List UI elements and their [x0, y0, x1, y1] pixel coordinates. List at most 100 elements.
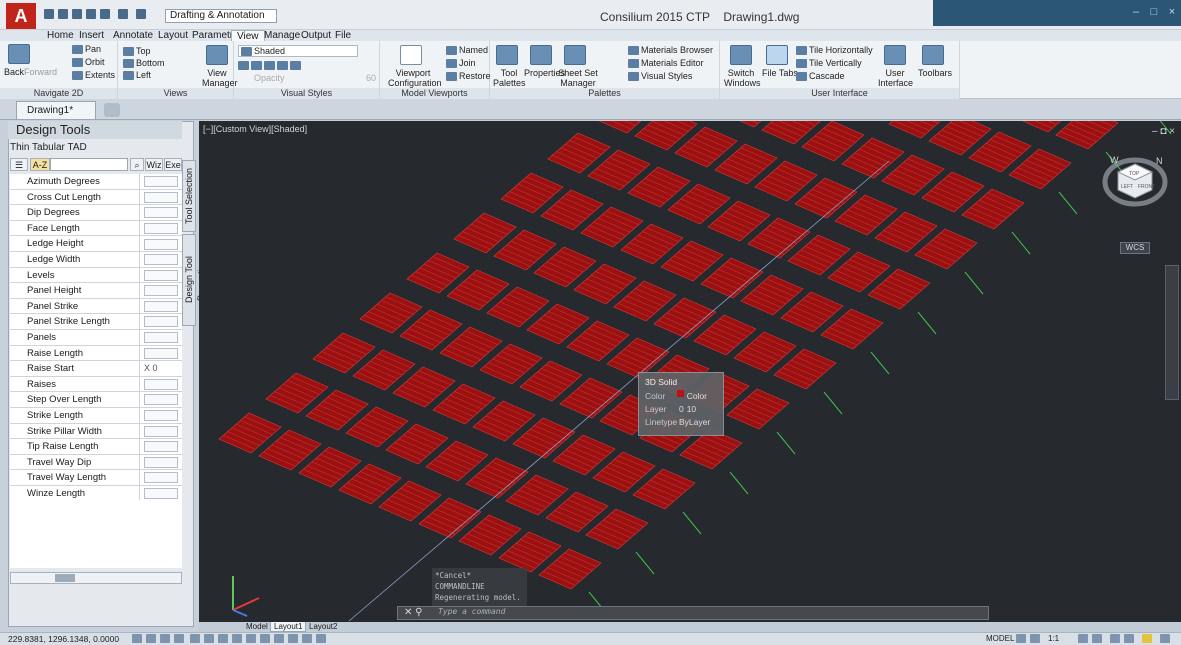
lock-icon[interactable]	[1124, 634, 1134, 643]
command-input[interactable]: Type a command	[438, 607, 505, 616]
property-value[interactable]	[140, 408, 182, 423]
undo-icon[interactable]	[118, 9, 128, 19]
property-value[interactable]	[140, 455, 182, 470]
maximize-icon[interactable]: □	[1145, 0, 1163, 24]
property-value[interactable]	[140, 190, 182, 205]
polar-icon[interactable]	[190, 634, 200, 643]
tab-insert[interactable]: Insert	[74, 30, 109, 41]
sheet-set-button[interactable]: Sheet Set Manager	[558, 68, 598, 88]
property-row[interactable]: Tip Raise Length	[10, 439, 182, 455]
redo-icon[interactable]	[136, 9, 146, 19]
visual-style-tools[interactable]	[238, 59, 358, 70]
file-tabs-icon[interactable]	[766, 45, 788, 65]
tab-model[interactable]: Model	[243, 622, 271, 632]
coordinate-readout[interactable]: 229.8381, 1296.1348, 0.0000	[8, 633, 119, 645]
property-row[interactable]: Raises	[10, 376, 182, 393]
materials-editor-button[interactable]: Materials Editor	[628, 58, 704, 69]
model-space-icon[interactable]	[132, 634, 142, 643]
pan-button[interactable]: Pan	[72, 44, 101, 55]
viewport-controls-label[interactable]: [−][Custom View][Shaded]	[203, 124, 307, 134]
workspace-switch-icon[interactable]	[1110, 634, 1120, 643]
print-icon[interactable]	[100, 9, 110, 19]
tool-selection-tab[interactable]: Tool Selection	[182, 160, 196, 232]
property-row[interactable]: Panel Strike	[10, 298, 182, 315]
tab-file[interactable]: File	[330, 30, 356, 41]
tile-vertically-button[interactable]: Tile Vertically	[796, 58, 862, 69]
view-top[interactable]: Top	[123, 46, 151, 57]
search-icon[interactable]: ⌕	[130, 158, 144, 171]
gizmo-icon[interactable]	[316, 634, 326, 643]
palette-horizontal-scrollbar[interactable]	[10, 572, 182, 584]
workspace-dropdown[interactable]: Drafting & Annotation	[165, 9, 277, 23]
property-row[interactable]: Face Length	[10, 220, 182, 237]
switch-windows-button[interactable]: Switch Windows	[724, 68, 761, 88]
property-value[interactable]	[140, 236, 182, 251]
back-button[interactable]: Back	[4, 67, 24, 77]
file-tabs-button[interactable]: File Tabs	[762, 68, 798, 78]
dynamic-ucs-icon[interactable]	[288, 634, 298, 643]
3d-osnap-icon[interactable]	[274, 634, 284, 643]
view-manager-icon[interactable]	[206, 45, 228, 65]
user-interface-button[interactable]: User Interface	[878, 68, 913, 88]
user-interface-icon[interactable]	[884, 45, 906, 65]
property-row[interactable]: Panel Strike Length	[10, 314, 182, 330]
property-row[interactable]: Dip Degrees	[10, 205, 182, 221]
back-icon[interactable]	[8, 44, 30, 64]
materials-browser-button[interactable]: Materials Browser	[628, 45, 713, 56]
app-menu-button[interactable]: A	[6, 3, 36, 29]
toolbars-button[interactable]: Toolbars	[918, 68, 952, 78]
visual-styles-palette-button[interactable]: Visual Styles	[628, 71, 692, 82]
customization-icon[interactable]	[1160, 634, 1170, 643]
tile-horizontally-button[interactable]: Tile Horizontally	[796, 45, 873, 56]
navigation-bar[interactable]	[1165, 265, 1179, 400]
property-row[interactable]: Cross Cut Length	[10, 189, 182, 206]
property-row[interactable]: Strike Pillar Width	[10, 423, 182, 440]
tab-annotate[interactable]: Annotate	[108, 30, 158, 41]
property-row[interactable]: Levels	[10, 267, 182, 284]
palette-search-input[interactable]	[50, 158, 128, 171]
property-row[interactable]: Azimuth Degrees	[10, 174, 182, 190]
property-value[interactable]	[140, 439, 182, 454]
categorized-icon[interactable]: ☰	[10, 158, 28, 171]
viewport-config-icon[interactable]	[400, 45, 422, 65]
stope-panels[interactable]	[218, 121, 1172, 622]
sort-az-button[interactable]: A-Z	[30, 158, 50, 171]
property-row[interactable]: Travel Way Length	[10, 470, 182, 486]
named-button[interactable]: Named	[446, 45, 488, 56]
open-icon[interactable]	[58, 9, 68, 19]
tool-palettes-button[interactable]: Tool Palettes	[493, 68, 526, 88]
property-value[interactable]	[140, 330, 182, 345]
property-row[interactable]: Raise Length	[10, 345, 182, 362]
property-row[interactable]: Ledge Height	[10, 236, 182, 252]
minimize-icon[interactable]: –	[1127, 0, 1145, 24]
toolbars-icon[interactable]	[922, 45, 944, 65]
new-icon[interactable]	[44, 9, 54, 19]
property-row[interactable]: Panels	[10, 329, 182, 346]
grid-icon[interactable]	[146, 634, 156, 643]
property-value[interactable]	[140, 377, 182, 392]
isolate-objects-icon[interactable]	[1142, 634, 1152, 643]
property-row[interactable]: Ledge Width	[10, 251, 182, 268]
exe-button[interactable]: Exe	[164, 158, 182, 171]
viewcube[interactable]: W N TOP LEFT FRONT	[1100, 150, 1170, 210]
visual-style-dropdown[interactable]: Shaded	[238, 45, 358, 58]
property-value[interactable]	[140, 268, 182, 283]
close-icon[interactable]: ×	[1163, 0, 1181, 24]
view-left[interactable]: Left	[123, 70, 151, 81]
property-value[interactable]	[140, 346, 182, 361]
scrollbar-thumb[interactable]	[55, 574, 75, 582]
forward-button[interactable]: Forward	[24, 67, 57, 77]
snap-icon[interactable]	[160, 634, 170, 643]
view-bottom[interactable]: Bottom	[123, 58, 165, 69]
extents-button[interactable]: Extents	[72, 70, 115, 81]
orbit-button[interactable]: Orbit	[72, 57, 105, 68]
design-tool-properties-tab[interactable]: Design Tool Properties	[182, 234, 206, 326]
switch-windows-icon[interactable]	[730, 45, 752, 65]
annotation-visibility-icon[interactable]	[1078, 634, 1088, 643]
selection-filter-icon[interactable]	[302, 634, 312, 643]
cascade-button[interactable]: Cascade	[796, 71, 845, 82]
properties-icon[interactable]	[530, 45, 552, 65]
document-tab[interactable]: Drawing1*	[16, 101, 96, 119]
tool-palettes-icon[interactable]	[496, 45, 518, 65]
viewport-maximize-icon[interactable]: – ◘ ×	[1152, 126, 1175, 137]
